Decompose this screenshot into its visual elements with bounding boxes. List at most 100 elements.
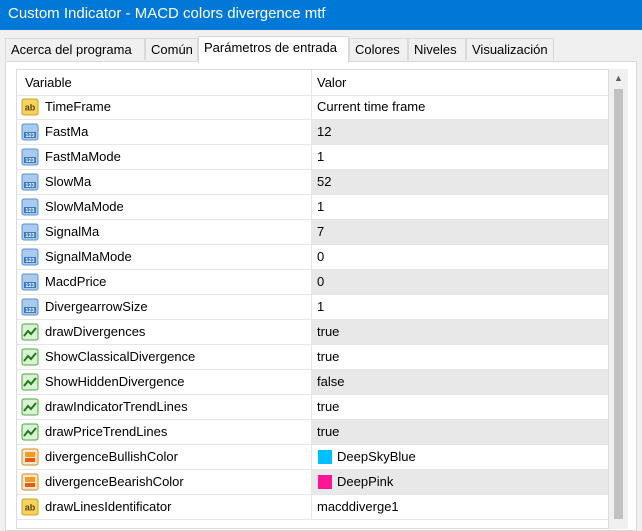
svg-text:123: 123: [25, 183, 34, 189]
table-header: Variable Valor: [17, 70, 608, 96]
table-row[interactable]: 123 DivergearrowSize 1: [17, 295, 608, 320]
parameter-value-cell[interactable]: DeepPink: [312, 470, 608, 494]
color-swatch: [318, 475, 332, 489]
parameter-name-cell: ab TimeFrame: [17, 95, 311, 119]
boolean-chart-icon: [21, 323, 39, 341]
parameter-name-cell: drawIndicatorTrendLines: [17, 395, 311, 419]
parameter-value: 7: [317, 224, 325, 239]
table-row[interactable]: 123 FastMa 12: [17, 120, 608, 145]
parameter-value: 0: [317, 249, 325, 264]
color-icon: [21, 448, 39, 466]
table-row[interactable]: 123 SignalMaMode 0: [17, 245, 608, 270]
table-row[interactable]: ab TimeFrame Current time frame: [17, 95, 608, 120]
parameter-value-cell[interactable]: DeepSkyBlue: [312, 445, 608, 469]
parameter-value-cell[interactable]: 7: [312, 220, 608, 244]
table-row[interactable]: drawPriceTrendLines true: [17, 420, 608, 445]
parameter-value-cell[interactable]: true: [312, 395, 608, 419]
parameter-name: DivergearrowSize: [45, 299, 148, 314]
parameter-name-cell: 123 FastMaMode: [17, 145, 311, 169]
parameter-name: ShowHiddenDivergence: [45, 374, 185, 389]
table-row[interactable]: 123 SignalMa 7: [17, 220, 608, 245]
integer-123-icon: 123: [21, 173, 39, 191]
parameter-value-cell[interactable]: false: [312, 370, 608, 394]
boolean-chart-icon: [21, 373, 39, 391]
parameter-name-cell: divergenceBearishColor: [17, 470, 311, 494]
parameter-value-cell[interactable]: 12: [312, 120, 608, 144]
vertical-scrollbar[interactable]: ▲: [609, 69, 628, 529]
parameter-name-cell: 123 MacdPrice: [17, 270, 311, 294]
parameter-name: FastMaMode: [45, 149, 121, 164]
parameter-value-cell[interactable]: true: [312, 420, 608, 444]
table-row[interactable]: 123 SlowMaMode 1: [17, 195, 608, 220]
tab-comun[interactable]: Común: [145, 38, 198, 60]
parameter-value-cell[interactable]: 52: [312, 170, 608, 194]
parameter-value: DeepPink: [337, 474, 394, 489]
parameter-value-cell[interactable]: true: [312, 345, 608, 369]
parameter-name-cell: 123 SlowMaMode: [17, 195, 311, 219]
parameter-name: MacdPrice: [45, 274, 107, 289]
tab-acerca[interactable]: Acerca del programa: [5, 38, 145, 60]
parameter-name-cell: 123 SlowMa: [17, 170, 311, 194]
parameter-name: drawDivergences: [45, 324, 146, 339]
parameter-value: 1: [317, 299, 325, 314]
parameter-name-cell: ab drawLinesIdentificator: [17, 495, 311, 519]
parameter-value-cell[interactable]: true: [312, 320, 608, 344]
table-row[interactable]: divergenceBullishColor DeepSkyBlue: [17, 445, 608, 470]
tab-visualizacion[interactable]: Visualización: [466, 38, 554, 60]
table-row[interactable]: ab drawLinesIdentificator macddiverge1: [17, 495, 608, 520]
parameter-value-cell[interactable]: 0: [312, 245, 608, 269]
table-row[interactable]: 123 FastMaMode 1: [17, 145, 608, 170]
table-row[interactable]: drawIndicatorTrendLines true: [17, 395, 608, 420]
parameter-name: SlowMaMode: [45, 199, 124, 214]
parameter-value: true: [317, 399, 340, 414]
svg-text:123: 123: [25, 133, 34, 139]
parameter-name-cell: 123 DivergearrowSize: [17, 295, 311, 319]
boolean-chart-icon: [21, 398, 39, 416]
parameter-value: true: [317, 349, 340, 364]
svg-text:123: 123: [25, 308, 34, 314]
column-header-variable[interactable]: Variable: [25, 70, 72, 96]
column-header-value[interactable]: Valor: [317, 70, 346, 96]
integer-123-icon: 123: [21, 248, 39, 266]
parameter-value: 12: [317, 124, 332, 139]
parameter-value: 0: [317, 274, 325, 289]
parameter-value-cell[interactable]: macddiverge1: [312, 495, 608, 519]
parameter-value: 1: [317, 199, 325, 214]
color-icon: [21, 473, 39, 491]
parameter-name: divergenceBearishColor: [45, 474, 184, 489]
integer-123-icon: 123: [21, 123, 39, 141]
table-row[interactable]: ShowClassicalDivergence true: [17, 345, 608, 370]
parameter-name-cell: 123 SignalMa: [17, 220, 311, 244]
table-row[interactable]: ShowHiddenDivergence false: [17, 370, 608, 395]
parameter-name-cell: ShowHiddenDivergence: [17, 370, 311, 394]
svg-text:123: 123: [25, 158, 34, 164]
parameter-name: SignalMa: [45, 224, 100, 239]
parameter-value-cell[interactable]: 0: [312, 270, 608, 294]
table-row[interactable]: divergenceBearishColor DeepPink: [17, 470, 608, 495]
parameter-value-cell[interactable]: Current time frame: [312, 95, 608, 119]
scroll-thumb[interactable]: [614, 89, 623, 519]
integer-123-icon: 123: [21, 148, 39, 166]
parameter-name: drawIndicatorTrendLines: [45, 399, 188, 414]
parameters-table: Variable Valor ab TimeFrame Current time f…: [16, 69, 609, 529]
window-title: Custom Indicator - MACD colors divergenc…: [0, 0, 642, 30]
tab-parametros-entrada[interactable]: Parámetros de entrada: [198, 36, 349, 63]
table-row[interactable]: 123 SlowMa 52: [17, 170, 608, 195]
parameter-value-cell[interactable]: 1: [312, 195, 608, 219]
table-row[interactable]: 123 MacdPrice 0: [17, 270, 608, 295]
parameter-value: DeepSkyBlue: [337, 449, 416, 464]
svg-text:123: 123: [25, 233, 34, 239]
parameter-name-cell: 123 SignalMaMode: [17, 245, 311, 269]
tab-colores[interactable]: Colores: [349, 38, 408, 60]
parameter-name-cell: ShowClassicalDivergence: [17, 345, 311, 369]
parameter-value-cell[interactable]: 1: [312, 145, 608, 169]
parameter-value-cell[interactable]: 1: [312, 295, 608, 319]
svg-text:ab: ab: [25, 103, 36, 113]
svg-text:ab: ab: [25, 503, 36, 513]
table-row[interactable]: drawDivergences true: [17, 320, 608, 345]
scroll-up-arrow-icon[interactable]: ▲: [609, 69, 628, 87]
tab-niveles[interactable]: Niveles: [408, 38, 466, 60]
boolean-chart-icon: [21, 423, 39, 441]
parameter-value: true: [317, 424, 340, 439]
parameter-value: false: [317, 374, 345, 389]
